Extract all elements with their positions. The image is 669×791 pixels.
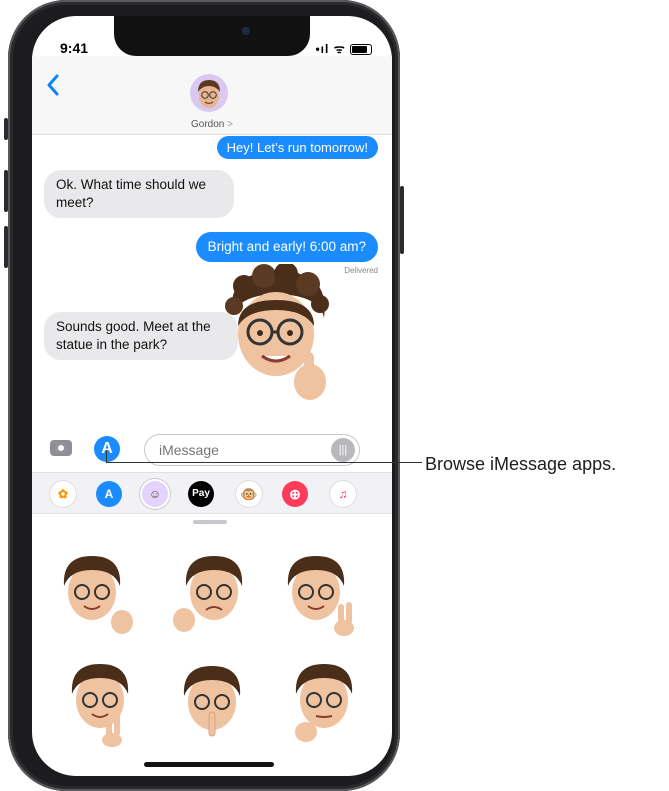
message-bubble-outgoing[interactable]: Bright and early! 6:00 am? bbox=[195, 232, 378, 262]
callout-tick bbox=[106, 450, 107, 463]
phone-frame: 9:41 •ıl ᯤ Gordon > Hey! Let’s run tomor… bbox=[8, 0, 400, 791]
callout-line bbox=[106, 462, 422, 463]
status-icons: •ıl ᯤ bbox=[315, 40, 372, 57]
status-time: 9:41 bbox=[60, 40, 89, 56]
contact-name: Gordon bbox=[191, 119, 225, 130]
memoji-sticker[interactable] bbox=[278, 656, 362, 748]
message-text: Ok. What time should we meet? bbox=[56, 177, 207, 210]
memoji-sticker[interactable] bbox=[56, 546, 140, 638]
drawer-grabber[interactable] bbox=[193, 520, 227, 524]
memoji-icon[interactable]: ☺ bbox=[142, 481, 168, 507]
power-button bbox=[400, 186, 404, 254]
front-camera bbox=[242, 27, 250, 35]
battery-icon bbox=[350, 44, 372, 56]
music-icon[interactable]: ♫ bbox=[330, 481, 356, 507]
message-bubble-incoming[interactable]: Sounds good. Meet at the statue in the p… bbox=[44, 312, 238, 360]
back-button[interactable] bbox=[46, 74, 60, 100]
app-store-icon[interactable]: A bbox=[94, 436, 120, 462]
message-text: Bright and early! 6:00 am? bbox=[207, 239, 366, 254]
home-indicator[interactable] bbox=[144, 762, 274, 767]
imessage-input[interactable] bbox=[157, 441, 331, 459]
apple-pay-icon[interactable]: Pay bbox=[188, 481, 214, 507]
callout-label: Browse iMessage apps. bbox=[425, 454, 617, 474]
search-globe-icon[interactable]: ⊕ bbox=[282, 481, 308, 507]
wifi-icon: ᯤ bbox=[333, 42, 346, 56]
message-bubble-outgoing[interactable]: Hey! Let’s run tomorrow! bbox=[216, 136, 378, 159]
monkey-icon[interactable]: 🐵 bbox=[236, 481, 262, 507]
chevron-left-icon bbox=[47, 74, 59, 96]
conversation-header: Gordon > bbox=[32, 56, 392, 135]
contact-name-label[interactable]: Gordon > bbox=[32, 119, 392, 130]
message-bubble-incoming[interactable]: Ok. What time should we meet? bbox=[44, 170, 234, 218]
memoji-avatar-icon bbox=[198, 80, 220, 108]
memoji-sticker[interactable] bbox=[170, 546, 254, 638]
app-drawer: ✿ A ☺ Pay 🐵 ⊕ ♫ bbox=[32, 472, 392, 514]
contact-avatar[interactable] bbox=[190, 74, 228, 112]
delivered-status: Delivered bbox=[344, 266, 378, 275]
photos-icon[interactable]: ✿ bbox=[50, 481, 76, 507]
memoji-thumbs-up-sticker[interactable] bbox=[224, 264, 334, 404]
memoji-sticker[interactable] bbox=[56, 656, 140, 748]
camera-icon[interactable] bbox=[50, 440, 72, 456]
app-store-icon[interactable]: A bbox=[96, 481, 122, 507]
phone-screen: 9:41 •ıl ᯤ Gordon > Hey! Let’s run tomor… bbox=[32, 16, 392, 776]
memoji-sticker[interactable] bbox=[278, 546, 362, 638]
message-text: Hey! Let’s run tomorrow! bbox=[226, 140, 368, 155]
signal-icon: •ıl bbox=[315, 42, 330, 56]
message-text: Sounds good. Meet at the statue in the p… bbox=[56, 319, 211, 352]
memoji-sticker[interactable] bbox=[170, 656, 254, 748]
waveform-icon[interactable]: ||| bbox=[331, 438, 355, 462]
notch bbox=[114, 16, 310, 56]
chevron-right-icon: > bbox=[227, 119, 233, 130]
